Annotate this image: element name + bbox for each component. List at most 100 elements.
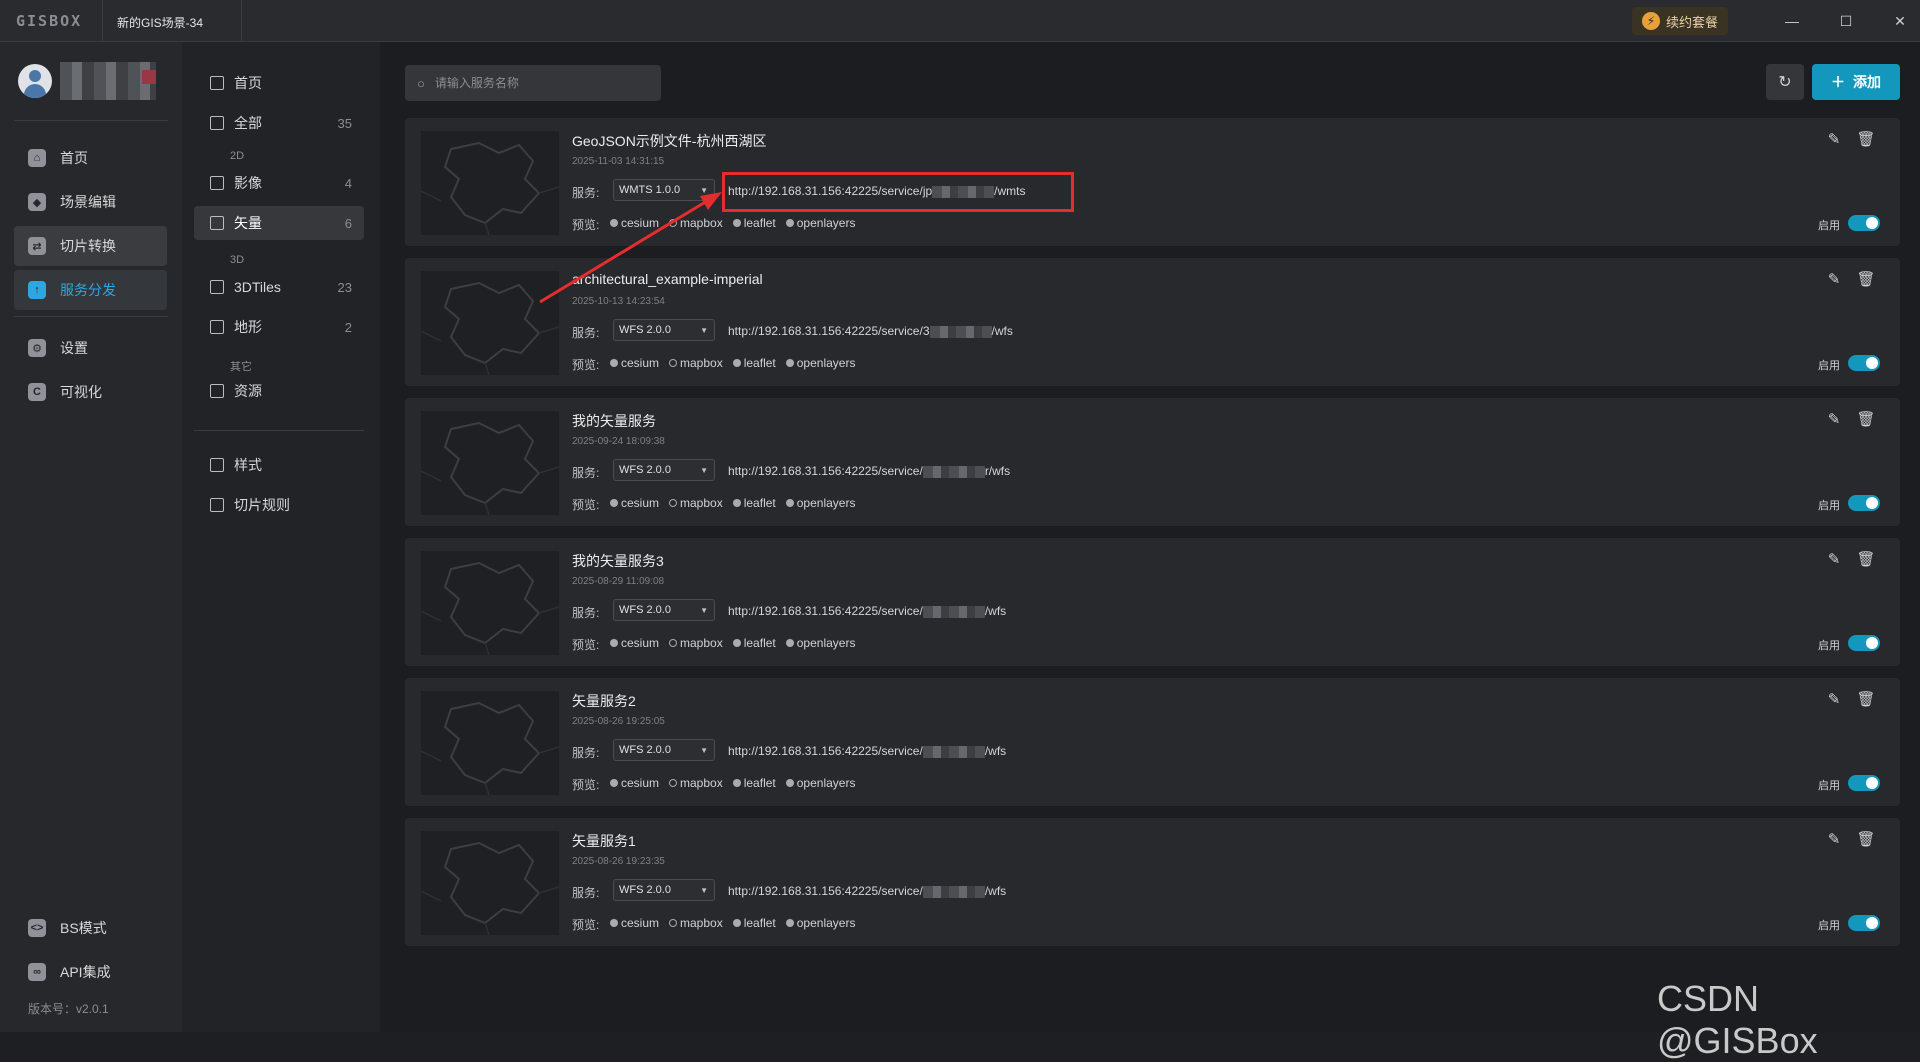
service-url[interactable]: http://192.168.31.156:42225/service/r/wf… — [728, 464, 1010, 478]
renew-label: 续约套餐 — [1666, 14, 1719, 30]
nav-styles[interactable]: 样式 — [194, 448, 364, 482]
preview-mapbox-link[interactable]: mapbox — [669, 356, 723, 370]
service-url[interactable]: http://192.168.31.156:42225/service//wfs — [728, 884, 1006, 898]
add-label: 添加 — [1853, 74, 1881, 90]
service-thumbnail — [421, 551, 559, 655]
preview-cesium-link[interactable]: cesium — [610, 916, 659, 930]
nav-label: 全部 — [234, 115, 262, 131]
service-card: architectural_example-imperial 2025-10-1… — [405, 258, 1900, 386]
close-button[interactable]: ✕ — [1888, 10, 1912, 32]
preview-cesium-link[interactable]: cesium — [610, 356, 659, 370]
edit-icon[interactable]: ✎ — [1825, 270, 1843, 288]
preview-leaflet-link[interactable]: leaflet — [732, 776, 776, 790]
trash-icon[interactable]: 🗑 — [1856, 830, 1875, 848]
trash-icon[interactable]: 🗑 — [1856, 690, 1875, 708]
enable-toggle[interactable] — [1848, 355, 1880, 371]
edit-icon[interactable]: ✎ — [1825, 830, 1843, 848]
service-url[interactable]: http://192.168.31.156:42225/service//wfs — [728, 744, 1006, 758]
mapbox-icon — [669, 919, 678, 927]
nav-count: 6 — [344, 215, 352, 231]
openlayers-icon — [785, 919, 794, 927]
preview-openlayers-link[interactable]: openlayers — [785, 216, 855, 230]
preview-openlayers-link[interactable]: openlayers — [785, 636, 855, 650]
edit-icon[interactable]: ✎ — [1825, 550, 1843, 568]
enable-toggle[interactable] — [1848, 215, 1880, 231]
service-url[interactable]: http://192.168.31.156:42225/service//wfs — [728, 604, 1006, 618]
sidebar-item-visualize[interactable]: C 可视化 — [14, 372, 167, 412]
nav-3dtiles[interactable]: 3DTiles 23 — [194, 270, 364, 304]
preview-mapbox-link[interactable]: mapbox — [669, 916, 723, 930]
sidebar-item-bs-mode[interactable]: <> BS模式 — [14, 908, 167, 948]
masked-url-part — [922, 885, 985, 898]
preview-mapbox-link[interactable]: mapbox — [669, 636, 723, 650]
preview-leaflet-link[interactable]: leaflet — [732, 216, 776, 230]
nav-imagery[interactable]: 影像 4 — [194, 166, 364, 200]
trash-icon[interactable]: 🗑 — [1856, 550, 1875, 568]
preview-cesium-link[interactable]: cesium — [610, 216, 659, 230]
preview-openlayers-link[interactable]: openlayers — [785, 356, 855, 370]
service-version-select[interactable]: WFS 2.0.0 ▼ — [613, 599, 715, 621]
search-input[interactable] — [434, 76, 645, 90]
category-nav: 首页 全部 35 2D 影像 4 矢量 6 3D 3DTiles 23 地形 2… — [182, 42, 380, 1032]
enable-toggle[interactable] — [1848, 915, 1880, 931]
nav-home[interactable]: 首页 — [194, 66, 364, 100]
preview-openlayers-link[interactable]: openlayers — [785, 496, 855, 510]
add-button[interactable]: ＋ 添加 — [1812, 64, 1900, 100]
preview-links: cesium mapbox leaflet openlayers — [610, 356, 855, 370]
masked-url-part — [922, 745, 985, 758]
enable-toggle[interactable] — [1848, 775, 1880, 791]
preview-cesium-link[interactable]: cesium — [610, 496, 659, 510]
nav-resources[interactable]: 资源 — [194, 374, 364, 408]
preview-cesium-link[interactable]: cesium — [610, 776, 659, 790]
trash-icon[interactable]: 🗑 — [1856, 410, 1875, 428]
edit-icon[interactable]: ✎ — [1825, 410, 1843, 428]
sidebar-item-settings[interactable]: ⚙ 设置 — [14, 328, 167, 368]
service-title: 我的矢量服务3 — [572, 553, 664, 569]
service-version-select[interactable]: WMTS 1.0.0 ▼ — [613, 179, 715, 201]
search-box[interactable]: ○ — [405, 65, 661, 101]
avatar[interactable] — [18, 64, 52, 98]
nav-vector[interactable]: 矢量 6 — [194, 206, 364, 240]
resource-icon — [210, 384, 224, 398]
preview-links: cesium mapbox leaflet openlayers — [610, 496, 855, 510]
sidebar-item-tile-convert[interactable]: ⇄ 切片转换 — [14, 226, 167, 266]
renew-button[interactable]: ⚡ 续约套餐 — [1632, 7, 1729, 35]
sidebar-item-scene-edit[interactable]: ◆ 场景编辑 — [14, 182, 167, 222]
service-version-select[interactable]: WFS 2.0.0 ▼ — [613, 739, 715, 761]
preview-leaflet-link[interactable]: leaflet — [732, 496, 776, 510]
enable-toggle[interactable] — [1848, 495, 1880, 511]
service-version-select[interactable]: WFS 2.0.0 ▼ — [613, 319, 715, 341]
sidebar-item-api[interactable]: ∞ API集成 — [14, 952, 167, 992]
nav-tile-rules[interactable]: 切片规则 — [194, 488, 364, 522]
nav-all[interactable]: 全部 35 — [194, 106, 364, 140]
preview-leaflet-link[interactable]: leaflet — [732, 356, 776, 370]
service-version-select[interactable]: WFS 2.0.0 ▼ — [613, 879, 715, 901]
edit-icon[interactable]: ✎ — [1825, 690, 1843, 708]
service-version-select[interactable]: WFS 2.0.0 ▼ — [613, 459, 715, 481]
edit-icon[interactable]: ✎ — [1825, 130, 1843, 148]
preview-openlayers-link[interactable]: openlayers — [785, 776, 855, 790]
service-url[interactable]: http://192.168.31.156:42225/service/3/wf… — [728, 324, 1013, 338]
minimize-button[interactable]: — — [1780, 10, 1804, 32]
vector-icon — [210, 216, 224, 230]
service-title: 矢量服务1 — [572, 833, 636, 849]
maximize-button[interactable]: ☐ — [1834, 10, 1858, 32]
preview-leaflet-link[interactable]: leaflet — [732, 636, 776, 650]
preview-mapbox-link[interactable]: mapbox — [669, 496, 723, 510]
preview-leaflet-link[interactable]: leaflet — [732, 916, 776, 930]
sidebar-item-service-publish[interactable]: ↑ 服务分发 — [14, 270, 167, 310]
preview-mapbox-link[interactable]: mapbox — [669, 776, 723, 790]
scene-tab[interactable]: 新的GIS场景-34 — [102, 0, 242, 42]
style-icon — [210, 458, 224, 472]
preview-mapbox-link[interactable]: mapbox — [669, 216, 723, 230]
trash-icon[interactable]: 🗑 — [1856, 270, 1875, 288]
sidebar-item-home[interactable]: ⌂ 首页 — [14, 138, 167, 178]
preview-openlayers-link[interactable]: openlayers — [785, 916, 855, 930]
refresh-button[interactable]: ↻ — [1766, 64, 1804, 100]
nav-terrain[interactable]: 地形 2 — [194, 310, 364, 344]
mountain-icon — [210, 320, 224, 334]
trash-icon[interactable]: 🗑 — [1856, 130, 1875, 148]
enable-toggle[interactable] — [1848, 635, 1880, 651]
preview-cesium-link[interactable]: cesium — [610, 636, 659, 650]
title-bar: GISBOX 新的GIS场景-34 ⚡ 续约套餐 — ☐ ✕ — [0, 0, 1920, 42]
